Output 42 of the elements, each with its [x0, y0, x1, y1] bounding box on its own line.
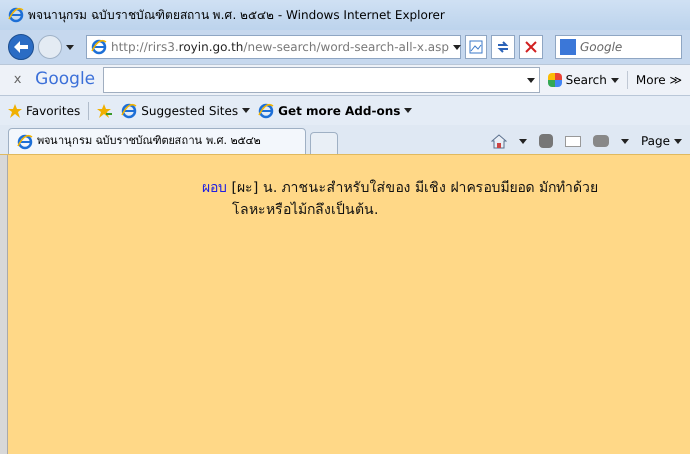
favorites-button[interactable]: Favorites: [8, 102, 90, 120]
caret-icon[interactable]: [453, 44, 462, 50]
home-icon[interactable]: [490, 134, 507, 148]
back-button[interactable]: [8, 34, 34, 60]
search-box[interactable]: Google: [555, 35, 682, 59]
add-favorite-icon[interactable]: [97, 104, 114, 118]
caret-icon[interactable]: [610, 78, 619, 82]
page-icon: [258, 102, 274, 118]
caret-icon[interactable]: [620, 138, 629, 144]
ie-logo-icon: [17, 134, 33, 150]
page-icon: [91, 39, 107, 55]
caret-icon[interactable]: [674, 138, 682, 144]
ie-logo-icon: [8, 7, 24, 23]
more-button[interactable]: More ≫: [626, 71, 682, 89]
google-logo: Google: [34, 68, 96, 92]
search-button[interactable]: Search: [544, 71, 623, 89]
browser-tab[interactable]: พจนานุกรม ฉบับราชบัณฑิตยสถาน พ.ศ. ๒๕๔๒: [8, 128, 306, 154]
dictionary-entry: ผอบ [ผะ] น. ภาชนะสำหรับใส่ของ มีเชิง ฝาครอบมียอด มักทำด้วยโลหะหรือไม้กลึงเป็นต้น.: [202, 178, 600, 220]
page-icon: [121, 102, 138, 118]
address-field[interactable]: http://rirs3.royin.go.th/new-search/word-search-all-x.asp: [86, 35, 461, 59]
favorites-bar-link[interactable]: Get more Add-ons: [258, 102, 412, 120]
headword-link[interactable]: ผอบ: [202, 180, 227, 196]
google-apps-icon: [548, 73, 562, 87]
search-field[interactable]: Google: [580, 36, 677, 58]
stop-button[interactable]: [519, 35, 543, 59]
compatibility-button[interactable]: [465, 35, 487, 59]
refresh-button[interactable]: [491, 35, 515, 59]
caret-icon[interactable]: [404, 108, 412, 113]
caret-icon[interactable]: [66, 44, 74, 50]
chart-icon: [469, 40, 483, 54]
close-icon: [525, 41, 537, 53]
refresh-icon: [496, 40, 510, 54]
page-menu-button[interactable]: Page: [640, 132, 682, 150]
star-icon: [8, 104, 22, 118]
toolbar-search-field[interactable]: [103, 67, 540, 93]
caret-icon[interactable]: [518, 138, 527, 144]
caret-icon[interactable]: [242, 108, 250, 113]
caret-icon[interactable]: [526, 78, 535, 82]
back-arrow-icon: [14, 41, 28, 53]
favorites-bar-link[interactable]: Suggested Sites: [121, 102, 250, 120]
window-title: พจนานุกรม ฉบับราชบัณฑิตยสถาน พ.ศ. ๒๕๔๒ - Windows Internet Explorer: [28, 7, 445, 24]
close-button[interactable]: x: [8, 70, 28, 90]
